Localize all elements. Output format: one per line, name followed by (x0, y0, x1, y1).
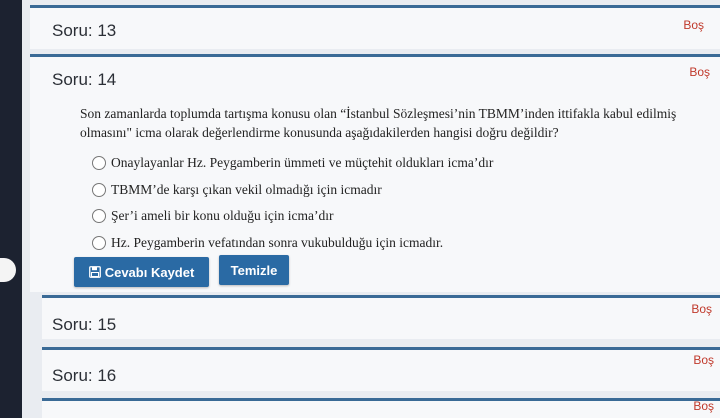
question-card-16[interactable]: Soru: 16 Boş (42, 347, 720, 391)
option-label: TBMM’de karşı çıkan vekil olmadığı için … (111, 181, 382, 197)
answer-options: Onaylayanlar Hz. Peygamberin ümmeti ve m… (92, 150, 493, 256)
question-card-13[interactable]: Soru: 13 Boş (30, 5, 720, 49)
radio-button[interactable] (92, 209, 106, 224)
radio-button[interactable] (92, 156, 106, 171)
option-label: Şer’i ameli bir konu olduğu için icma’dı… (111, 208, 334, 224)
status-badge: Boş (689, 65, 710, 79)
quiz-screen: Soru: 13 Boş Soru: 14 Boş Son zamanlarda… (22, 0, 720, 418)
question-card-17[interactable]: Boş (42, 398, 720, 418)
question-card-15[interactable]: Soru: 15 Boş (42, 295, 720, 339)
option-label: Onaylayanlar Hz. Peygamberin ümmeti ve m… (111, 155, 494, 171)
save-answer-label: Cevabı Kaydet (104, 264, 195, 280)
radio-button[interactable] (92, 182, 106, 197)
question-title: Soru: 14 (52, 70, 117, 89)
answer-option-b[interactable]: TBMM’de karşı çıkan vekil olmadığı için … (92, 177, 493, 204)
save-answer-button[interactable]: Cevabı Kaydet (74, 257, 209, 287)
status-badge: Boş (693, 353, 714, 367)
option-label: Hz. Peygamberin vefatından sonra vukubul… (111, 234, 444, 250)
radio-button[interactable] (92, 235, 106, 250)
question-title: Soru: 16 (52, 366, 117, 385)
save-icon (88, 266, 101, 278)
status-badge: Boş (691, 302, 712, 316)
clear-label: Temizle (230, 262, 278, 278)
question-title: Soru: 13 (52, 21, 117, 40)
question-text: Son zamanlarda toplumda tartışma konusu … (80, 106, 677, 140)
status-badge: Boş (683, 18, 704, 32)
answer-option-c[interactable]: Şer’i ameli bir konu olduğu için icma’dı… (92, 203, 493, 230)
answer-option-a[interactable]: Onaylayanlar Hz. Peygamberin ümmeti ve m… (92, 150, 493, 177)
clear-button[interactable]: Temizle (219, 255, 289, 285)
question-title: Soru: 15 (52, 315, 117, 334)
status-badge: Boş (693, 399, 714, 413)
device-bezel-button (0, 258, 16, 282)
answer-option-d[interactable]: Hz. Peygamberin vefatından sonra vukubul… (92, 230, 493, 257)
